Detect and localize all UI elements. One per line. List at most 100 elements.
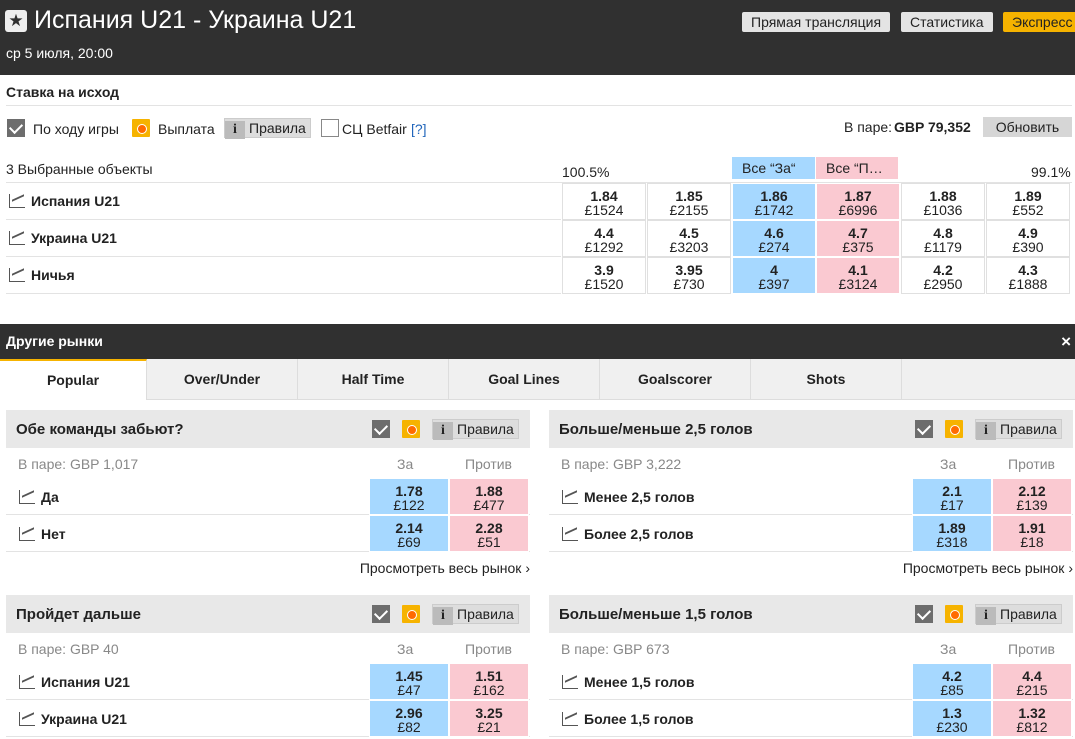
rules-button[interactable]: i Правила (432, 604, 519, 625)
odds-stake: £3203 (669, 239, 709, 255)
lay-odds-cell[interactable]: 1.32 £812 (992, 700, 1072, 737)
odds-price: 1.86 (760, 188, 788, 204)
lay-odds-cell[interactable]: 1.88 £477 (449, 478, 529, 515)
rules-button[interactable]: i Правила (224, 118, 311, 139)
tab-popular[interactable]: Popular (0, 359, 147, 400)
lay-odds-cell[interactable]: 1.88 £1036 (901, 183, 985, 220)
back-odds-cell[interactable]: 1.78 £122 (369, 478, 449, 515)
lay-odds-cell[interactable]: 1.51 £162 (449, 663, 529, 700)
back-column-header: За (940, 456, 957, 472)
market-title[interactable]: Больше/меньше 2,5 голов (559, 421, 753, 438)
accumulator-button[interactable]: Экспресс (1003, 12, 1075, 32)
lay-odds-cell[interactable]: 4.3 £1888 (986, 257, 1070, 294)
in-play-checkbox[interactable] (915, 420, 933, 438)
chart-icon[interactable] (19, 490, 35, 504)
lay-column-header: Против (465, 641, 512, 657)
bsp-help-link[interactable]: [?] (411, 121, 427, 137)
live-stream-button[interactable]: Прямая трансляция (742, 12, 891, 32)
back-odds-cell[interactable]: 4.6 £274 (732, 220, 816, 257)
payout-toggle[interactable] (945, 605, 963, 623)
chart-icon[interactable] (19, 675, 35, 689)
payout-toggle[interactable] (402, 420, 420, 438)
back-odds-cell[interactable]: 4 £397 (732, 257, 816, 294)
back-odds-cell[interactable]: 1.3 £230 (912, 700, 992, 737)
lay-odds-cell[interactable]: 2.12 £139 (992, 478, 1072, 515)
back-odds-cell[interactable]: 4.5 £3203 (647, 220, 731, 257)
payout-toggle[interactable] (945, 420, 963, 438)
all-lay-header[interactable]: Все “П… (816, 157, 898, 179)
chart-icon[interactable] (19, 712, 35, 726)
lay-odds-cell[interactable]: 4.1 £3124 (816, 257, 900, 294)
rules-button[interactable]: i Правила (432, 419, 519, 440)
in-play-checkbox[interactable] (372, 420, 390, 438)
back-odds-cell[interactable]: 4.2 £85 (912, 663, 992, 700)
market-title[interactable]: Больше/меньше 1,5 голов (559, 606, 753, 623)
chart-icon[interactable] (562, 527, 578, 541)
other-markets-bar: Другие рынки × (0, 324, 1075, 359)
matched-label: В паре: (844, 119, 893, 135)
back-odds-cell[interactable]: 1.86 £1742 (732, 183, 816, 220)
lay-odds-cell[interactable]: 4.9 £390 (986, 220, 1070, 257)
odds-stake: £318 (936, 534, 968, 550)
view-full-market-link[interactable]: Просмотреть весь рынок › (903, 560, 1073, 576)
back-odds-cell[interactable]: 1.45 £47 (369, 663, 449, 700)
back-odds-cell[interactable]: 3.95 £730 (647, 257, 731, 294)
in-play-checkbox[interactable] (7, 119, 25, 137)
tab-goal-lines[interactable]: Goal Lines (449, 359, 600, 400)
lay-odds-cell[interactable]: 4.2 £2950 (901, 257, 985, 294)
back-odds-cell[interactable]: 1.84 £1524 (562, 183, 646, 220)
refresh-button[interactable]: Обновить (983, 117, 1072, 137)
payout-toggle[interactable] (402, 605, 420, 623)
matched-value: GBP 79,352 (894, 119, 971, 135)
back-odds-cell[interactable]: 4.4 £1292 (562, 220, 646, 257)
chart-icon[interactable] (9, 231, 25, 245)
all-back-header[interactable]: Все “За“ (732, 157, 815, 179)
lay-column-header: Против (1008, 641, 1055, 657)
divider (6, 105, 1072, 106)
star-icon[interactable]: ★ (5, 10, 27, 32)
match-title: Испания U21 - Украина U21 (34, 6, 357, 34)
odds-price: 1.32 (1018, 705, 1046, 721)
back-odds-cell[interactable]: 1.85 £2155 (647, 183, 731, 220)
lay-odds-cell[interactable]: 3.25 £21 (449, 700, 529, 737)
close-icon[interactable]: × (1061, 324, 1071, 359)
lay-odds-cell[interactable]: 4.4 £215 (992, 663, 1072, 700)
lay-odds-cell[interactable]: 1.87 £6996 (816, 183, 900, 220)
back-odds-cell[interactable]: 2.14 £69 (369, 515, 449, 552)
lay-odds-cell[interactable]: 2.28 £51 (449, 515, 529, 552)
back-odds-cell[interactable]: 2.1 £17 (912, 478, 992, 515)
bsp-checkbox[interactable] (321, 119, 339, 137)
chart-icon[interactable] (562, 490, 578, 504)
in-play-checkbox[interactable] (915, 605, 933, 623)
back-odds-cell[interactable]: 2.96 £82 (369, 700, 449, 737)
statistics-button[interactable]: Статистика (901, 12, 993, 32)
payout-toggle[interactable] (132, 119, 150, 137)
lay-overround: 99.1% (1031, 164, 1071, 180)
view-full-market-link[interactable]: Просмотреть весь рынок › (360, 560, 530, 576)
tab-half-time[interactable]: Half Time (298, 359, 449, 400)
lay-odds-cell[interactable]: 4.7 £375 (816, 220, 900, 257)
market-title[interactable]: Пройдет дальше (16, 606, 141, 623)
odds-stake: £17 (940, 497, 964, 513)
lay-odds-cell[interactable]: 1.91 £18 (992, 515, 1072, 552)
rules-button[interactable]: i Правила (975, 419, 1062, 440)
tab-over-under[interactable]: Over/Under (147, 359, 298, 400)
runner-name: Более 2,5 голов (584, 526, 694, 542)
in-play-checkbox[interactable] (372, 605, 390, 623)
rules-button[interactable]: i Правила (975, 604, 1062, 625)
lay-odds-cell[interactable]: 1.89 £552 (986, 183, 1070, 220)
chart-icon[interactable] (19, 527, 35, 541)
odds-price: 1.89 (1014, 188, 1042, 204)
market-matched: В паре: GBP 3,222 (561, 456, 682, 472)
odds-stake: £812 (1016, 719, 1048, 735)
lay-odds-cell[interactable]: 4.8 £1179 (901, 220, 985, 257)
market-title[interactable]: Обе команды забьют? (16, 421, 184, 438)
chart-icon[interactable] (9, 194, 25, 208)
tab-shots[interactable]: Shots (751, 359, 902, 400)
chart-icon[interactable] (562, 712, 578, 726)
back-odds-cell[interactable]: 1.89 £318 (912, 515, 992, 552)
chart-icon[interactable] (562, 675, 578, 689)
chart-icon[interactable] (9, 268, 25, 282)
back-odds-cell[interactable]: 3.9 £1520 (562, 257, 646, 294)
tab-goalscorer[interactable]: Goalscorer (600, 359, 751, 400)
